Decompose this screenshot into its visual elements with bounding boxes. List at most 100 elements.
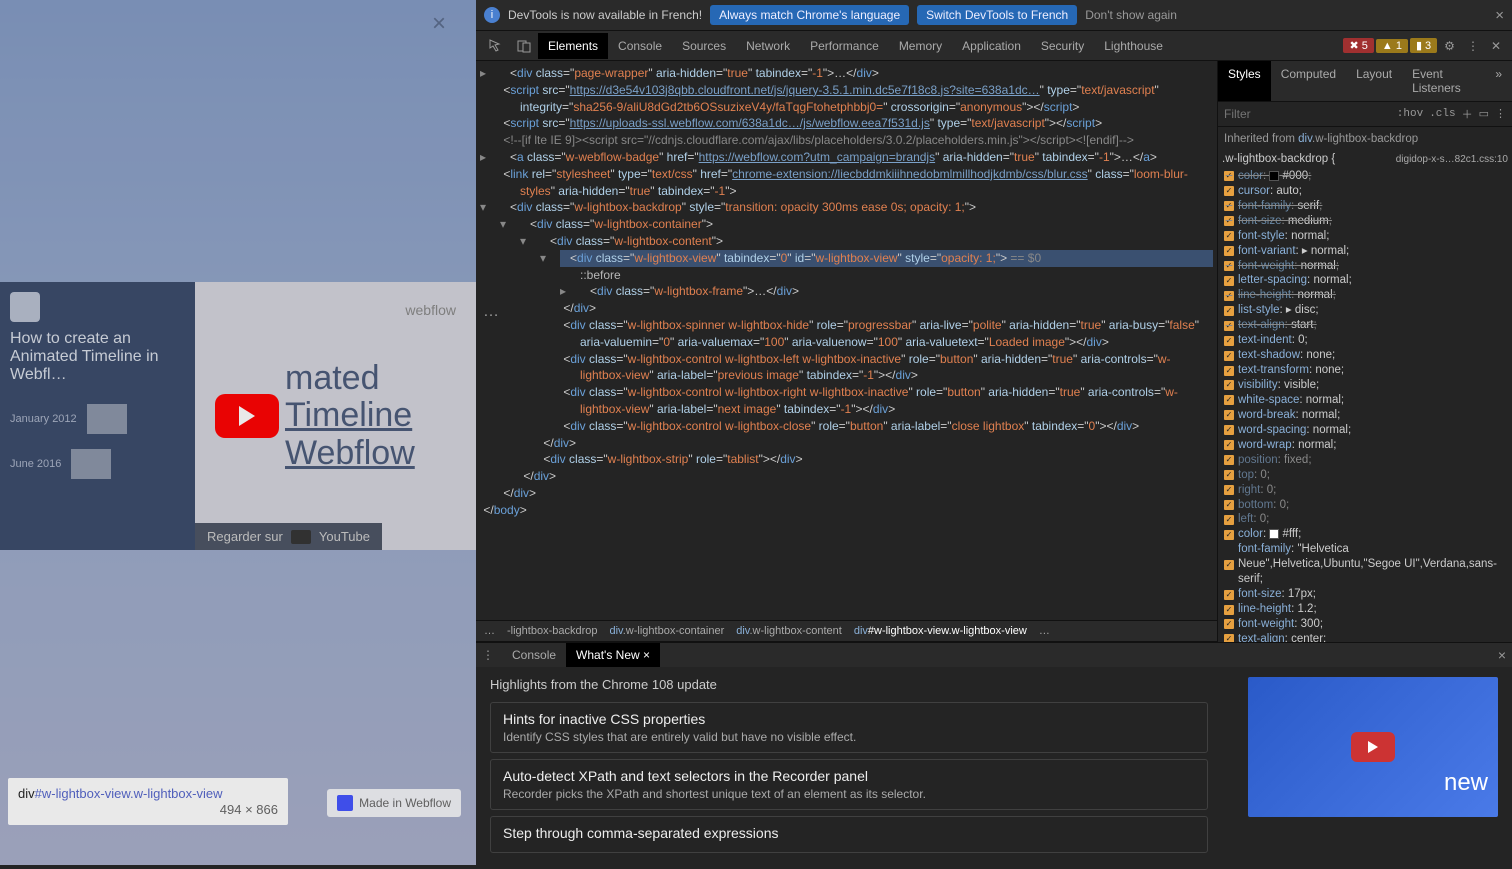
property-checkbox[interactable] <box>1224 440 1234 450</box>
css-property-row[interactable]: text-align: center; <box>1222 632 1508 642</box>
property-checkbox[interactable] <box>1224 515 1234 525</box>
css-property-row[interactable]: left: 0; <box>1222 512 1508 527</box>
tab-memory[interactable]: Memory <box>889 33 952 59</box>
css-property-row[interactable]: font-family: serif; <box>1222 199 1508 214</box>
tab-computed[interactable]: Computed <box>1271 61 1346 101</box>
inspect-icon[interactable] <box>487 37 505 55</box>
css-property-row[interactable]: text-transform: none; <box>1222 363 1508 378</box>
property-checkbox[interactable] <box>1224 321 1234 331</box>
tab-elements[interactable]: Elements <box>538 33 608 59</box>
css-property-row[interactable]: font-family: "Helvetica Neue",Helvetica,… <box>1222 542 1508 587</box>
property-checkbox[interactable] <box>1224 351 1234 361</box>
css-property-row[interactable]: font-style: normal; <box>1222 229 1508 244</box>
whatsnew-card[interactable]: Hints for inactive CSS propertiesIdentif… <box>490 702 1208 753</box>
css-property-row[interactable]: list-style: ▸ disc; <box>1222 303 1508 318</box>
property-checkbox[interactable] <box>1224 171 1234 181</box>
styles-more-icon[interactable]: ⋮ <box>1495 107 1506 121</box>
tab-layout[interactable]: Layout <box>1346 61 1402 101</box>
play-button[interactable] <box>215 394 279 438</box>
property-checkbox[interactable] <box>1224 291 1234 301</box>
whatsnew-card[interactable]: Auto-detect XPath and text selectors in … <box>490 759 1208 810</box>
dom-tree[interactable]: ▸<div class="page-wrapper" aria-hidden="… <box>476 61 1217 620</box>
dom-hover-dots-icon[interactable]: … <box>483 303 499 321</box>
css-property-row[interactable]: top: 0; <box>1222 468 1508 483</box>
property-checkbox[interactable] <box>1224 380 1234 390</box>
drawer-tab-whatsnew[interactable]: What's New × <box>566 643 660 667</box>
crumb[interactable]: div.w-lightbox-container <box>610 625 725 637</box>
css-property-row[interactable]: color: #000; <box>1222 169 1508 184</box>
property-checkbox[interactable] <box>1224 500 1234 510</box>
property-checkbox[interactable] <box>1224 216 1234 226</box>
property-checkbox[interactable] <box>1224 634 1234 642</box>
css-rule-header[interactable]: .w-lightbox-backdrop { digidop-x-s…82c1.… <box>1222 150 1508 169</box>
tab-application[interactable]: Application <box>952 33 1031 59</box>
whatsnew-card[interactable]: Step through comma-separated expressions <box>490 816 1208 853</box>
crumb[interactable]: … <box>1039 625 1050 637</box>
video-embed[interactable]: How to create an Animated Timeline in We… <box>0 282 476 550</box>
css-property-row[interactable]: right: 0; <box>1222 483 1508 498</box>
property-checkbox[interactable] <box>1224 485 1234 495</box>
css-property-row[interactable]: bottom: 0; <box>1222 498 1508 513</box>
property-checkbox[interactable] <box>1224 261 1234 271</box>
property-checkbox[interactable] <box>1224 425 1234 435</box>
warnings-badge[interactable]: ▲ 1 <box>1376 39 1408 53</box>
css-property-row[interactable]: line-height: normal; <box>1222 288 1508 303</box>
device-icon[interactable] <box>515 37 533 55</box>
drawer-close-icon[interactable]: × <box>1498 647 1506 663</box>
tab-security[interactable]: Security <box>1031 33 1094 59</box>
css-property-row[interactable]: color: #fff; <box>1222 527 1508 542</box>
watch-on-youtube[interactable]: Regarder sur YouTube <box>195 523 382 550</box>
property-checkbox[interactable] <box>1224 590 1234 600</box>
tab-performance[interactable]: Performance <box>800 33 889 59</box>
webflow-badge[interactable]: Made in Webflow <box>327 789 461 817</box>
css-property-row[interactable]: font-size: medium; <box>1222 214 1508 229</box>
property-checkbox[interactable] <box>1224 231 1234 241</box>
computed-toggle-icon[interactable]: ▭ <box>1479 107 1489 121</box>
styles-rules[interactable]: Inherited from div.w-lightbox-backdrop .… <box>1218 127 1512 642</box>
lightbox-close-icon[interactable]: × <box>432 10 446 38</box>
property-checkbox[interactable] <box>1224 246 1234 256</box>
cls-toggle[interactable]: .cls <box>1429 108 1455 120</box>
css-property-row[interactable]: white-space: normal; <box>1222 393 1508 408</box>
css-property-row[interactable]: letter-spacing: normal; <box>1222 273 1508 288</box>
settings-icon[interactable]: ⚙ <box>1444 39 1455 53</box>
errors-badge[interactable]: ✖ 5 <box>1343 38 1373 53</box>
css-property-row[interactable]: font-weight: 300; <box>1222 617 1508 632</box>
property-checkbox[interactable] <box>1224 530 1234 540</box>
crumb[interactable]: div.w-lightbox-content <box>736 625 842 637</box>
css-property-row[interactable]: font-size: 17px; <box>1222 587 1508 602</box>
css-property-row[interactable]: cursor: auto; <box>1222 184 1508 199</box>
styles-filter-input[interactable] <box>1224 107 1391 121</box>
property-checkbox[interactable] <box>1224 201 1234 211</box>
property-checkbox[interactable] <box>1224 619 1234 629</box>
issues-badge[interactable]: ▮ 3 <box>1410 38 1437 53</box>
promo-video[interactable]: new <box>1248 677 1498 817</box>
more-tabs-icon[interactable]: » <box>1485 61 1512 101</box>
source-link[interactable]: digidop-x-s…82c1.css:10 <box>1396 153 1508 166</box>
css-property-row[interactable]: text-align: start; <box>1222 318 1508 333</box>
property-checkbox[interactable] <box>1224 395 1234 405</box>
property-checkbox[interactable] <box>1224 306 1234 316</box>
more-icon[interactable]: ⋮ <box>1467 39 1479 53</box>
drawer-menu-icon[interactable]: ⋮ <box>482 648 494 662</box>
property-checkbox[interactable] <box>1224 605 1234 615</box>
tab-styles[interactable]: Styles <box>1218 61 1271 101</box>
tab-network[interactable]: Network <box>736 33 800 59</box>
property-checkbox[interactable] <box>1224 336 1234 346</box>
css-property-row[interactable]: text-shadow: none; <box>1222 348 1508 363</box>
css-property-row[interactable]: line-height: 1.2; <box>1222 602 1508 617</box>
tab-sources[interactable]: Sources <box>672 33 736 59</box>
crumb-active[interactable]: div#w-lightbox-view.w-lightbox-view <box>854 625 1027 637</box>
property-checkbox[interactable] <box>1224 470 1234 480</box>
css-property-row[interactable]: font-variant: ▸ normal; <box>1222 244 1508 259</box>
notice-close-icon[interactable]: × <box>1495 7 1504 24</box>
dont-show-link[interactable]: Don't show again <box>1085 8 1177 22</box>
tab-lighthouse[interactable]: Lighthouse <box>1094 33 1173 59</box>
hov-toggle[interactable]: :hov <box>1397 108 1423 120</box>
property-checkbox[interactable] <box>1224 276 1234 286</box>
css-property-row[interactable]: word-break: normal; <box>1222 408 1508 423</box>
new-rule-icon[interactable]: ＋ <box>1462 106 1473 122</box>
css-property-row[interactable]: word-spacing: normal; <box>1222 423 1508 438</box>
tab-console[interactable]: Console <box>608 33 672 59</box>
css-property-row[interactable]: word-wrap: normal; <box>1222 438 1508 453</box>
